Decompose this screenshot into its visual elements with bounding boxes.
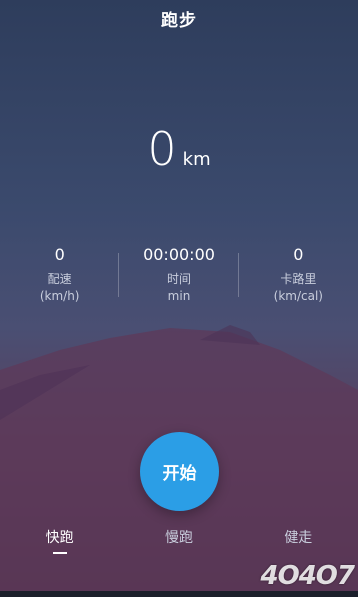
stat-pace: 0 配速 (km/h) xyxy=(0,245,120,303)
tab-walk-label: 健走 xyxy=(284,530,313,546)
distance-unit: km xyxy=(182,149,211,170)
mode-tabs: 快跑 慢跑 健走 xyxy=(0,527,358,554)
page-title: 跑步 xyxy=(161,11,197,31)
stat-calories: 0 卡路里 (km/cal) xyxy=(239,245,358,303)
stat-time-value: 00:00:00 xyxy=(143,245,215,264)
stat-pace-label: 配速 xyxy=(47,272,72,286)
distance-display: 0 km xyxy=(0,122,358,176)
stat-calories-value: 0 xyxy=(293,245,304,264)
stat-calories-label: 卡路里 xyxy=(280,272,317,286)
stat-pace-unit: (km/h) xyxy=(39,289,80,303)
tab-fast-run[interactable]: 快跑 xyxy=(0,527,119,554)
stats-row: 0 配速 (km/h) 00:00:00 时间 min 0 卡路里 (km/ca… xyxy=(0,245,358,303)
tab-walk[interactable]: 健走 xyxy=(239,527,358,554)
watermark-logo: 4O4O7 xyxy=(260,561,355,591)
system-nav-bar xyxy=(0,591,358,597)
tab-slow-run-label: 慢跑 xyxy=(164,530,193,546)
stat-time-unit: min xyxy=(167,289,191,303)
stat-pace-value: 0 xyxy=(54,245,65,264)
tab-fast-run-label: 快跑 xyxy=(45,530,74,546)
stat-time: 00:00:00 时间 min xyxy=(119,245,239,303)
distance-value: 0 xyxy=(147,122,177,176)
stat-calories-unit: (km/cal) xyxy=(273,289,323,303)
tab-slow-run[interactable]: 慢跑 xyxy=(119,527,238,554)
stat-time-label: 时间 xyxy=(166,272,191,286)
active-tab-indicator xyxy=(52,552,67,554)
start-button[interactable]: 开始 xyxy=(140,432,219,511)
